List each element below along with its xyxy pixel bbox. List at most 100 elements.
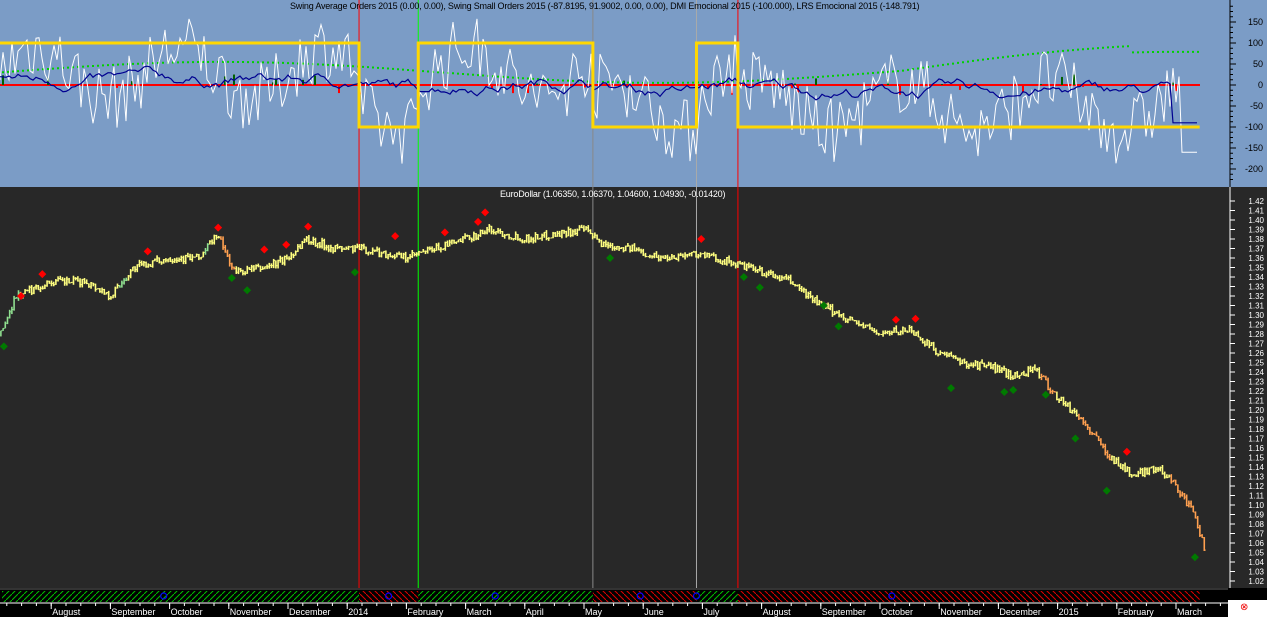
y-tick-label: 1.34 [1248,273,1264,282]
y-tick-label: -50 [1250,101,1263,111]
buy-signal-diamond [227,273,236,282]
buy-signal-diamond [1102,486,1111,495]
long-band [2,591,360,602]
sell-signal-diamond [38,270,47,279]
x-tick-label: April [526,607,544,617]
price-title: EuroDollar (1.06350, 1.06370, 1.04600, 1… [500,189,726,199]
strip-border [0,588,1228,590]
indicator-axis [1228,0,1267,187]
histogram-bar [338,85,340,94]
y-tick-label: 1.10 [1248,501,1264,510]
y-tick-label: 1.04 [1248,558,1264,567]
y-tick-label: 1.29 [1248,321,1264,330]
y-tick-label: 1.25 [1248,359,1264,368]
x-tick-label: 2014 [348,607,368,617]
y-tick-label: 1.15 [1248,454,1264,463]
x-tick-label: February [1118,607,1155,617]
buy-signal-diamond [755,283,764,292]
histogram-bar [1040,84,1042,85]
x-tick-label: November [230,607,272,617]
sell-signal-diamond [214,223,223,232]
x-tick-label: August [52,607,81,617]
x-tick-label: June [644,607,664,617]
sell-signal-diamond [891,315,900,324]
y-tick-label: 1.32 [1248,292,1264,301]
y-tick-label: 1.41 [1248,207,1264,216]
y-tick-label: 1.22 [1248,387,1264,396]
sell-signal-diamond [481,208,490,217]
y-tick-label: 1.38 [1248,235,1264,244]
y-tick-label: 1.08 [1248,520,1264,529]
y-tick-label: 1.20 [1248,406,1264,415]
short-band [592,591,697,602]
buy-signal-diamond [1190,553,1199,562]
sell-signal-diamond [1122,447,1131,456]
y-tick-label: 1.36 [1248,254,1264,263]
close-circle-icon[interactable]: ⊗ [1240,602,1248,613]
short-band [737,591,1200,602]
histogram-bar [1061,76,1063,85]
y-tick-label: -200 [1245,164,1263,174]
y-tick-label: 0 [1258,80,1263,90]
sell-signal-diamond [911,314,920,323]
buy-signal-diamond [606,254,615,262]
y-tick-label: 1.28 [1248,330,1264,339]
y-tick-label: 1.35 [1248,264,1264,273]
chart-canvas: 150 100 50 0 -50 -100 -150 -200 1.421.411.401.39… [0,0,1267,617]
histogram-bar [959,85,961,90]
buy-signal-diamond [1041,390,1050,399]
x-tick-label: March [467,607,492,617]
x-tick-label: October [881,607,913,617]
y-tick-label: 1.13 [1248,473,1264,482]
buy-signal-diamond [1000,387,1009,396]
histogram-bar [815,78,817,85]
long-band [418,591,593,602]
histogram-bar [314,75,316,85]
buy-signal-diamond [947,384,956,393]
y-tick-label: 1.06 [1248,539,1264,548]
y-tick-label: 1.37 [1248,245,1264,254]
y-tick-label: 1.05 [1248,549,1264,558]
y-tick-label: 1.09 [1248,511,1264,520]
sell-signal-diamond [260,245,269,254]
x-tick-label: August [763,607,792,617]
y-tick-label: 1.23 [1248,378,1264,387]
y-tick-label: 1.21 [1248,397,1264,406]
histogram-bar [491,85,493,89]
corner-box[interactable]: ⊗ [1228,600,1267,617]
histogram-bar [536,83,538,85]
x-tick-label: February [407,607,444,617]
sell-signal-diamond [440,228,449,237]
y-tick-label: 1.17 [1248,435,1264,444]
histogram-bar [941,84,943,85]
buy-signal-diamond [1071,434,1080,443]
y-tick-label: 100 [1248,38,1263,48]
histogram-bar [899,85,901,95]
y-tick-label: 1.19 [1248,416,1264,425]
y-tick-label: 1.11 [1249,492,1265,501]
indicator-title: Swing Average Orders 2015 (0.00, 0.00), … [290,1,920,11]
sell-signal-diamond [143,247,152,256]
y-tick-label: 1.40 [1248,216,1264,225]
y-tick-label: -100 [1245,122,1263,132]
buy-signal-diamond [834,322,843,331]
long-band [696,591,738,602]
x-tick-label: September [111,607,155,617]
y-tick-label: 1.18 [1248,425,1264,434]
y-tick-label: -150 [1245,143,1263,153]
x-tick-label: July [703,607,720,617]
y-tick-label: 1.07 [1248,530,1264,539]
y-tick-label: 1.30 [1248,311,1264,320]
buy-signal-diamond [739,273,748,281]
y-tick-label: 1.31 [1248,302,1264,311]
sell-signal-diamond [282,240,291,249]
lrs-white-line [0,18,1197,164]
x-tick-label: March [1177,607,1202,617]
y-tick-label: 1.12 [1248,482,1264,491]
y-tick-label: 1.26 [1248,349,1264,358]
y-tick-label: 1.33 [1248,283,1264,292]
y-tick-label: 1.03 [1248,568,1264,577]
sell-signal-diamond [474,217,483,226]
x-tick-label: 2015 [1059,607,1079,617]
histogram-bar [116,85,118,88]
